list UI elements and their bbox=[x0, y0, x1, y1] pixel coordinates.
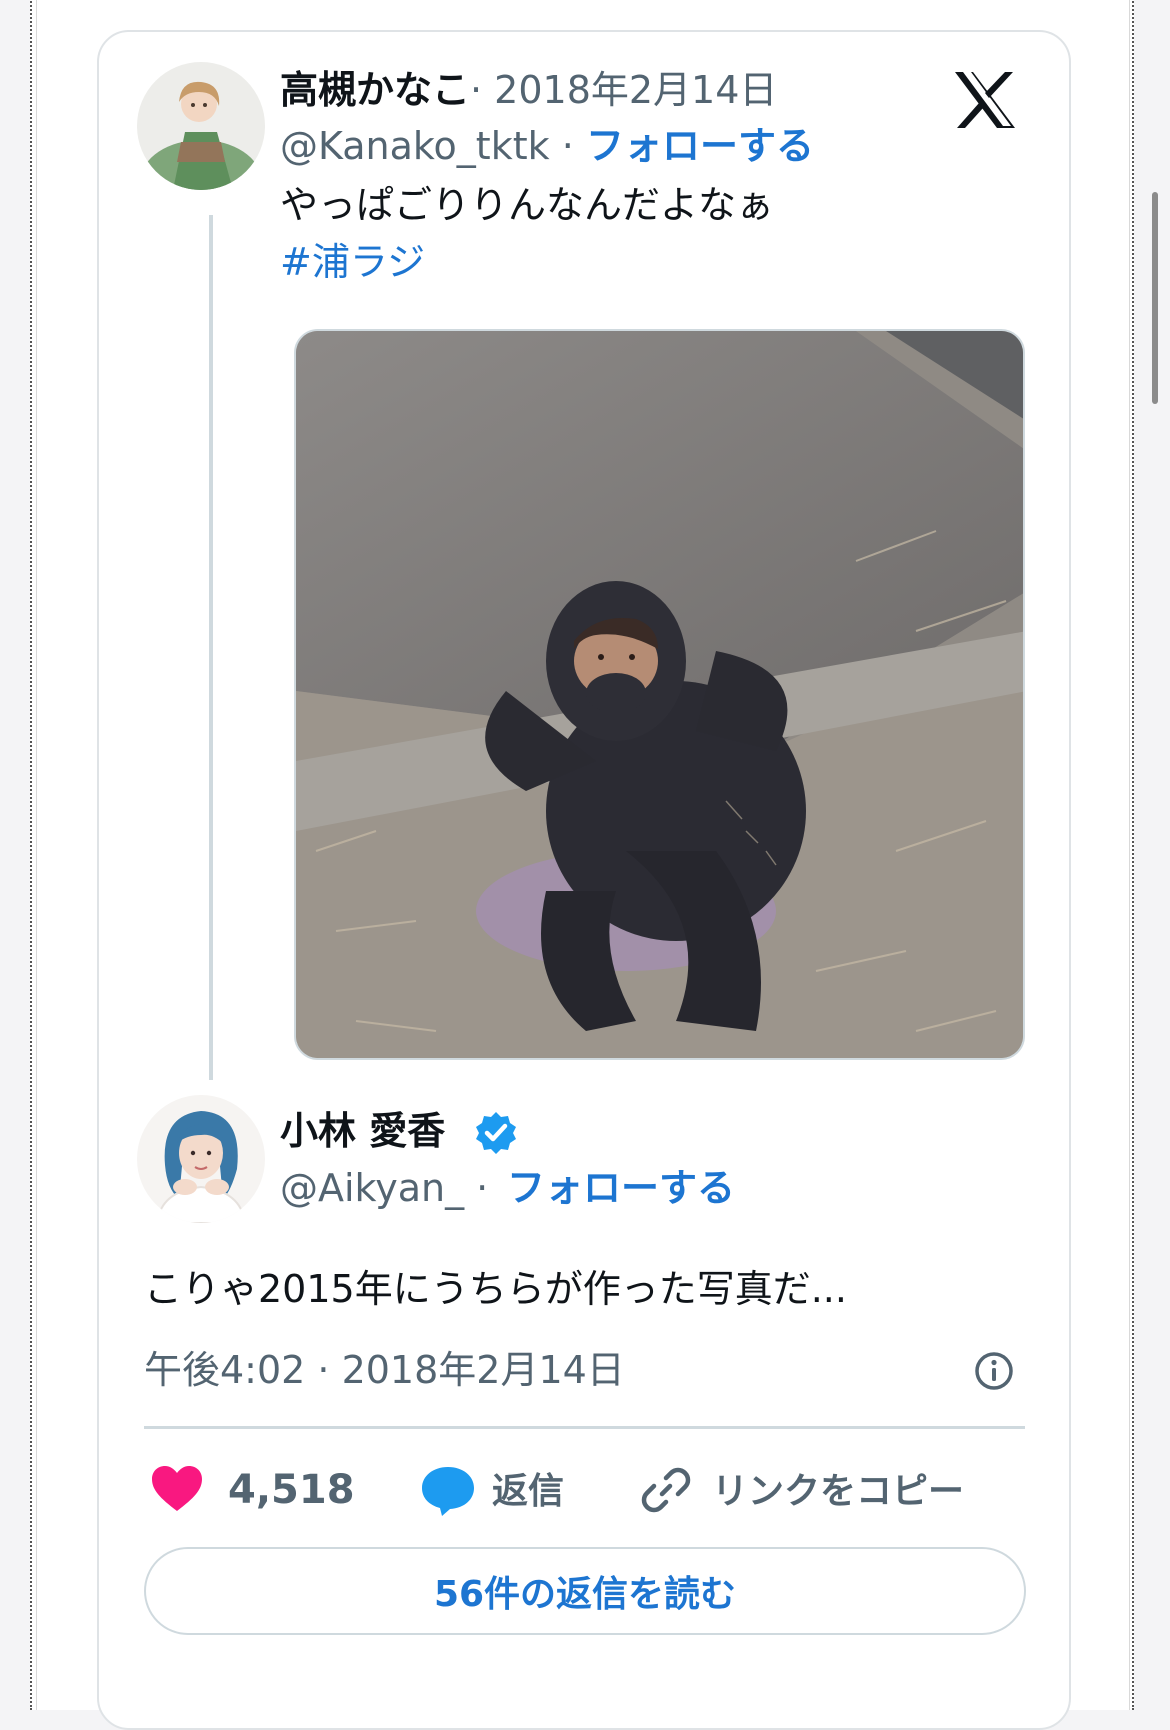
heart-icon[interactable] bbox=[150, 1465, 204, 1513]
author-handle[interactable]: @Kanako_tktk · bbox=[280, 127, 574, 165]
like-count[interactable]: 4,518 bbox=[228, 1470, 355, 1510]
tweet-date[interactable]: · 2018年2月14日 bbox=[470, 71, 777, 109]
reply-follow-button[interactable]: フォローする bbox=[507, 1169, 735, 1207]
attached-photo-icon bbox=[296, 331, 1023, 1058]
tweet-photo[interactable] bbox=[294, 329, 1025, 1060]
thread-connector-line bbox=[209, 215, 213, 1080]
kanako-avatar[interactable] bbox=[137, 62, 265, 190]
verified-badge-icon bbox=[476, 1112, 516, 1154]
user-avatar-photo-icon bbox=[137, 62, 265, 190]
reply-timestamp[interactable]: 午後4:02 · 2018年2月14日 bbox=[144, 1351, 625, 1389]
reply-author-name[interactable]: 小林 愛香 bbox=[280, 1112, 445, 1150]
user-avatar-photo-icon bbox=[137, 1095, 265, 1223]
read-replies-button[interactable]: 56件の返信を読む bbox=[144, 1547, 1026, 1635]
hashtag-link[interactable]: #浦ラジ bbox=[280, 243, 425, 281]
link-icon[interactable] bbox=[640, 1464, 692, 1516]
reply-author-handle[interactable]: @Aikyan_ · bbox=[280, 1169, 488, 1207]
follow-button[interactable]: フォローする bbox=[586, 127, 814, 165]
reply-button[interactable]: 返信 bbox=[492, 1474, 564, 1510]
info-icon[interactable] bbox=[973, 1350, 1015, 1392]
reply-text: こりゃ2015年にうちらが作った写真だ... bbox=[144, 1267, 847, 1311]
scrollbar[interactable] bbox=[1152, 192, 1158, 404]
tweet-text: やっぱごりりんなんだよなぁ bbox=[280, 183, 775, 227]
copy-link-button[interactable]: リンクをコピー bbox=[712, 1474, 964, 1510]
x-logo-icon[interactable] bbox=[953, 70, 1017, 130]
reply-bubble-icon[interactable] bbox=[420, 1465, 476, 1517]
divider bbox=[144, 1426, 1025, 1429]
author-name[interactable]: 高槻かなこ bbox=[280, 71, 470, 109]
aika-avatar[interactable] bbox=[137, 1095, 265, 1223]
